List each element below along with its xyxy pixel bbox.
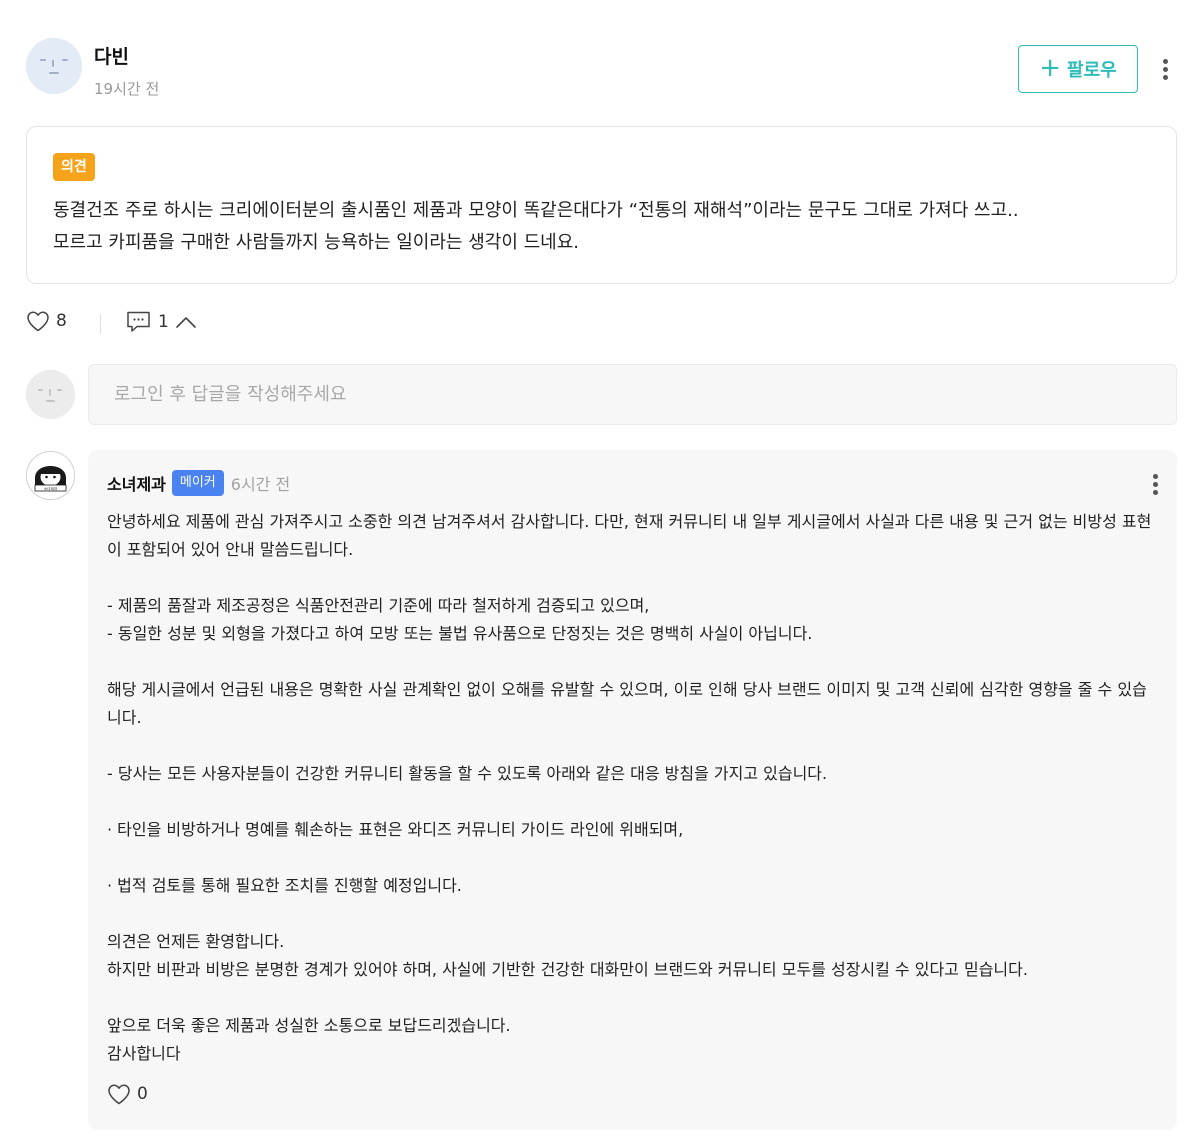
follow-label: 팔로우 bbox=[1067, 60, 1117, 81]
comment-paragraph: · 타인을 비방하거나 명예를 훼손하는 표현은 와디즈 커뮤니티 가이드 라인… bbox=[107, 820, 684, 839]
post-time: 19시간 전 bbox=[94, 80, 160, 98]
comment-paragraph: 앞으로 더욱 좋은 제품과 성실한 소통으로 보답드리겠습니다. 감사합니다 bbox=[107, 1016, 511, 1063]
comment-card: 소녀제과 메이커 6시간 전 안녕하세요 제품에 관심 가져주시고 소중한 의견… bbox=[88, 450, 1177, 1130]
comment-paragraph: · 법적 검토를 통해 필요한 조치를 진행할 예정입니다. bbox=[107, 876, 462, 895]
maker-badge: 메이커 bbox=[171, 470, 224, 496]
author-avatar[interactable] bbox=[26, 38, 82, 94]
stat-divider bbox=[100, 314, 101, 334]
post-category-badge: 의견 bbox=[53, 153, 95, 181]
plus-icon: + bbox=[1039, 53, 1062, 83]
reply-row bbox=[26, 364, 1177, 426]
chevron-up-icon bbox=[176, 317, 196, 328]
maker-logo-text: 소녀제과 bbox=[44, 486, 58, 491]
comment-paragraph: 해당 게시글에서 언급된 내용은 명확한 사실 관계확인 없이 오해를 유발할 … bbox=[107, 680, 1147, 727]
more-options-icon[interactable] bbox=[1161, 59, 1169, 80]
comment-more-options-icon[interactable] bbox=[1151, 474, 1159, 495]
comment-time: 6시간 전 bbox=[230, 475, 291, 494]
comment-paragraph: - 제품의 품잘과 제조공정은 식품안전관리 기준에 따라 철저하게 검증되고 … bbox=[107, 596, 813, 643]
reply-input[interactable] bbox=[88, 364, 1177, 425]
author-name[interactable]: 다빈 bbox=[94, 42, 129, 69]
follow-button[interactable]: + 팔로우 bbox=[1018, 45, 1138, 93]
comment-paragraph: - 당사는 모든 사용자분들이 건강한 커뮤니티 활동을 할 수 있도록 아래와… bbox=[107, 764, 828, 783]
post-card: 의견 동결건조 주로 하시는 크리에이터분의 출시품인 제품과 모양이 똑같은대… bbox=[26, 126, 1177, 284]
post-actions: 8 1 bbox=[26, 310, 326, 338]
heart-outline-icon bbox=[27, 311, 49, 332]
comment-header: 소녀제과 메이커 6시간 전 bbox=[107, 469, 290, 497]
comment-count: 1 bbox=[158, 312, 169, 332]
maker-avatar[interactable]: 소녀제과 bbox=[26, 451, 75, 500]
comment-paragraph: 의견은 언제든 환영합니다. 하지만 비판과 비방은 분명한 경계가 있어야 하… bbox=[107, 932, 1028, 979]
maker-logo-avatar: 소녀제과 bbox=[27, 452, 74, 499]
like-button[interactable]: 8 bbox=[26, 310, 67, 332]
like-count: 8 bbox=[56, 311, 67, 331]
my-avatar bbox=[26, 370, 75, 419]
speech-bubble-icon bbox=[127, 311, 150, 332]
comment-like-count: 0 bbox=[137, 1084, 148, 1104]
default-face-icon bbox=[26, 370, 75, 419]
comment-paragraph: 안녕하세요 제품에 관심 가져주시고 소중한 의견 남겨주셔서 감사합니다. 다… bbox=[107, 512, 1152, 559]
post-body: 동결건조 주로 하시는 크리에이터분의 출시품인 제품과 모양이 똑같은대다가 … bbox=[53, 200, 1019, 253]
comment-like-button[interactable]: 0 bbox=[107, 1083, 148, 1105]
default-face-icon bbox=[26, 38, 82, 94]
post-header: 다빈 19시간 전 + 팔로우 bbox=[26, 38, 1176, 98]
comments-toggle[interactable]: 1 bbox=[126, 310, 197, 334]
comment-body: 안녕하세요 제품에 관심 가져주시고 소중한 의견 남겨주셔서 감사합니다. 다… bbox=[107, 508, 1157, 1068]
heart-outline-icon bbox=[108, 1084, 130, 1105]
comment-author[interactable]: 소녀제과 bbox=[107, 471, 166, 495]
